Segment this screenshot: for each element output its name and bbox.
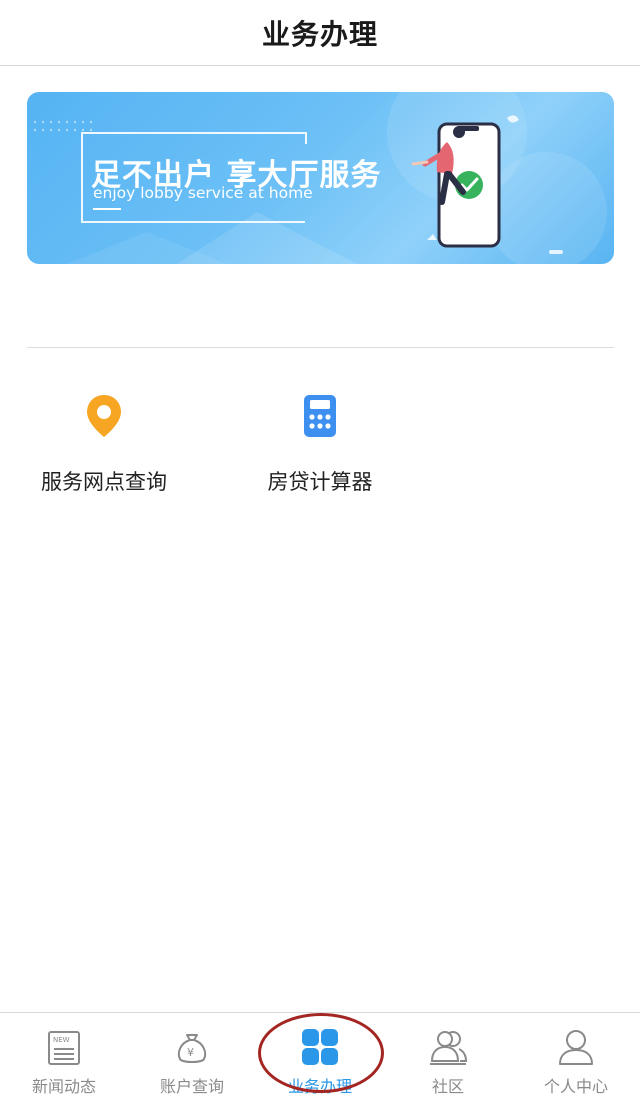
news-icon: NEW <box>42 1025 86 1069</box>
service-mortgage-calculator[interactable]: 房贷计算器 <box>240 388 400 496</box>
banner-subtitle: enjoy lobby service at home <box>93 184 313 202</box>
money-bag-icon: ¥ <box>170 1025 214 1069</box>
tab-label: 业务办理 <box>287 1077 352 1096</box>
header-bar: 业务办理 <box>0 0 640 66</box>
svg-text:¥: ¥ <box>187 1046 194 1059</box>
tab-news[interactable]: NEW 新闻动态 <box>0 1013 128 1096</box>
calculator-icon <box>292 388 348 444</box>
tab-profile[interactable]: 个人中心 <box>512 1013 640 1096</box>
phone-illustration-icon <box>411 115 563 254</box>
tab-label: 社区 <box>431 1077 464 1096</box>
tab-account-query[interactable]: ¥ 账户查询 <box>128 1013 256 1096</box>
bottom-tab-bar: NEW 新闻动态 ¥ 账户查询 业务办理 社区 个人中心 <box>0 1012 640 1096</box>
section-divider <box>27 347 614 348</box>
grid-icon <box>298 1025 342 1069</box>
tab-business[interactable]: 业务办理 <box>256 1013 384 1096</box>
tab-label: 个人中心 <box>543 1077 608 1096</box>
page-title: 业务办理 <box>261 17 378 51</box>
tab-label: 新闻动态 <box>31 1077 96 1096</box>
svg-text:NEW: NEW <box>53 1036 70 1044</box>
location-pin-icon <box>76 388 132 444</box>
tab-label: 账户查询 <box>159 1077 224 1096</box>
banner-underline <box>93 208 121 210</box>
tab-community[interactable]: 社区 <box>384 1013 512 1096</box>
user-icon <box>554 1025 598 1069</box>
service-label: 房贷计算器 <box>267 470 373 494</box>
service-outlet-query[interactable]: 服务网点查询 <box>24 388 184 496</box>
community-icon <box>426 1025 470 1069</box>
service-label: 服务网点查询 <box>41 470 167 494</box>
promo-banner[interactable]: 足不出户 享大厅服务 enjoy lobby service at home <box>27 92 614 264</box>
